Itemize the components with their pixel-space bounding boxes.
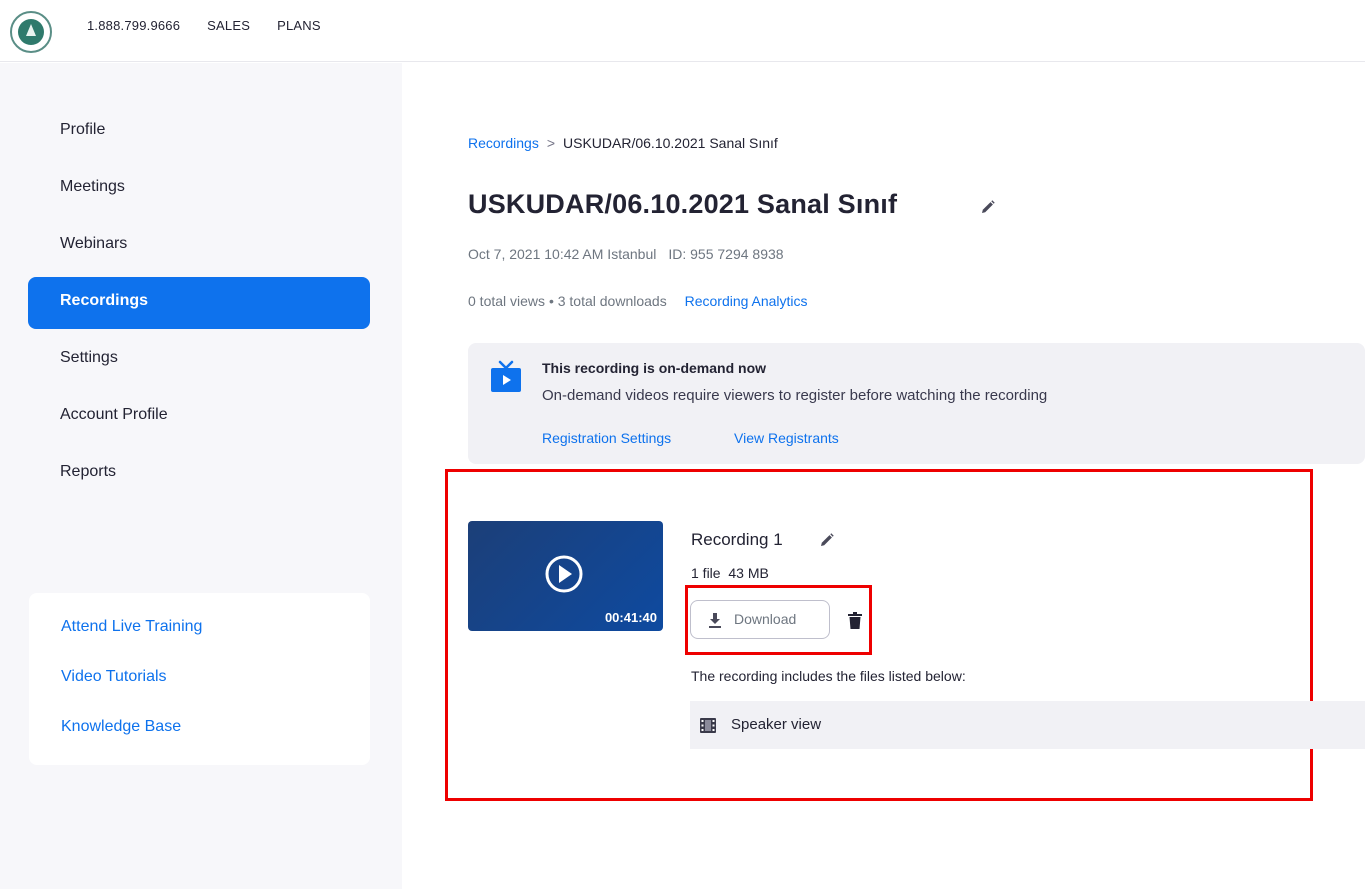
top-bar: 1.888.799.9666 SALES PLANS xyxy=(0,0,1365,62)
file-count: 1 file xyxy=(691,565,721,581)
sidebar-item-meetings[interactable]: Meetings xyxy=(60,178,125,196)
knowledge-base-link[interactable]: Knowledge Base xyxy=(61,718,181,736)
plans-link[interactable]: PLANS xyxy=(277,18,321,33)
download-button-label: Download xyxy=(734,611,797,627)
recording-name: Recording 1 xyxy=(691,530,783,549)
video-tutorials-link[interactable]: Video Tutorials xyxy=(61,668,167,686)
files-note: The recording includes the files listed … xyxy=(691,668,966,684)
view-registrants-link[interactable]: View Registrants xyxy=(734,430,839,446)
file-size: 43 MB xyxy=(728,565,769,581)
sidebar: Profile Meetings Webinars Recordings Set… xyxy=(0,63,402,889)
meeting-id: ID: 955 7294 8938 xyxy=(668,246,784,262)
on-demand-tv-icon xyxy=(491,360,521,392)
stats-bullet: • xyxy=(548,293,554,309)
breadcrumb-recordings-link[interactable]: Recordings xyxy=(468,135,539,151)
help-links-panel: Attend Live Training Video Tutorials Kno… xyxy=(29,593,370,765)
phone-number-link[interactable]: 1.888.799.9666 xyxy=(87,18,180,33)
attend-live-training-link[interactable]: Attend Live Training xyxy=(61,618,202,636)
top-nav: 1.888.799.9666 SALES PLANS xyxy=(87,18,348,33)
download-icon xyxy=(709,613,721,628)
recording-thumbnail[interactable]: 00:41:40 xyxy=(468,521,663,631)
total-downloads: 3 total downloads xyxy=(557,293,667,309)
sidebar-item-settings[interactable]: Settings xyxy=(60,349,118,367)
sidebar-item-webinars[interactable]: Webinars xyxy=(60,235,127,253)
on-demand-banner: This recording is on-demand now On-deman… xyxy=(468,343,1365,464)
recording-file-info: 1 file 43 MB xyxy=(691,565,769,581)
recording-duration: 00:41:40 xyxy=(604,610,657,625)
sidebar-item-recordings[interactable]: Recordings xyxy=(60,292,148,310)
meeting-meta: Oct 7, 2021 10:42 AM Istanbul ID: 955 729… xyxy=(468,246,784,262)
sidebar-item-account-profile[interactable]: Account Profile xyxy=(60,406,168,424)
meeting-datetime: Oct 7, 2021 10:42 AM Istanbul xyxy=(468,246,657,262)
recording-highlight-frame xyxy=(445,469,1313,801)
download-button[interactable]: Download xyxy=(690,600,830,639)
total-views: 0 total views xyxy=(468,293,546,309)
university-logo[interactable] xyxy=(10,11,52,53)
breadcrumb-separator: > xyxy=(546,135,556,151)
sales-link[interactable]: SALES xyxy=(207,18,250,33)
breadcrumb: Recordings > USKUDAR/06.10.2021 Sanal Sını… xyxy=(468,135,778,151)
edit-title-icon[interactable] xyxy=(979,198,997,216)
on-demand-title: This recording is on-demand now xyxy=(542,360,767,376)
play-icon[interactable] xyxy=(541,551,587,597)
breadcrumb-current: USKUDAR/06.10.2021 Sanal Sınıf xyxy=(563,135,778,151)
file-row[interactable]: Speaker view xyxy=(690,701,1365,749)
recording-stats: 0 total views • 3 total downloads Record… xyxy=(468,293,808,309)
registration-settings-link[interactable]: Registration Settings xyxy=(542,430,671,446)
film-icon xyxy=(700,718,716,733)
page-title: USKUDAR/06.10.2021 Sanal Sınıf xyxy=(468,189,898,219)
edit-recording-name-icon[interactable] xyxy=(818,531,836,549)
delete-trash-icon[interactable] xyxy=(848,612,862,629)
recording-analytics-link[interactable]: Recording Analytics xyxy=(685,293,808,309)
sidebar-item-profile[interactable]: Profile xyxy=(60,121,105,139)
sidebar-item-reports[interactable]: Reports xyxy=(60,463,116,481)
on-demand-description: On-demand videos require viewers to regi… xyxy=(542,387,1048,404)
file-label: Speaker view xyxy=(731,716,822,733)
logo-emblem-icon xyxy=(18,19,44,45)
